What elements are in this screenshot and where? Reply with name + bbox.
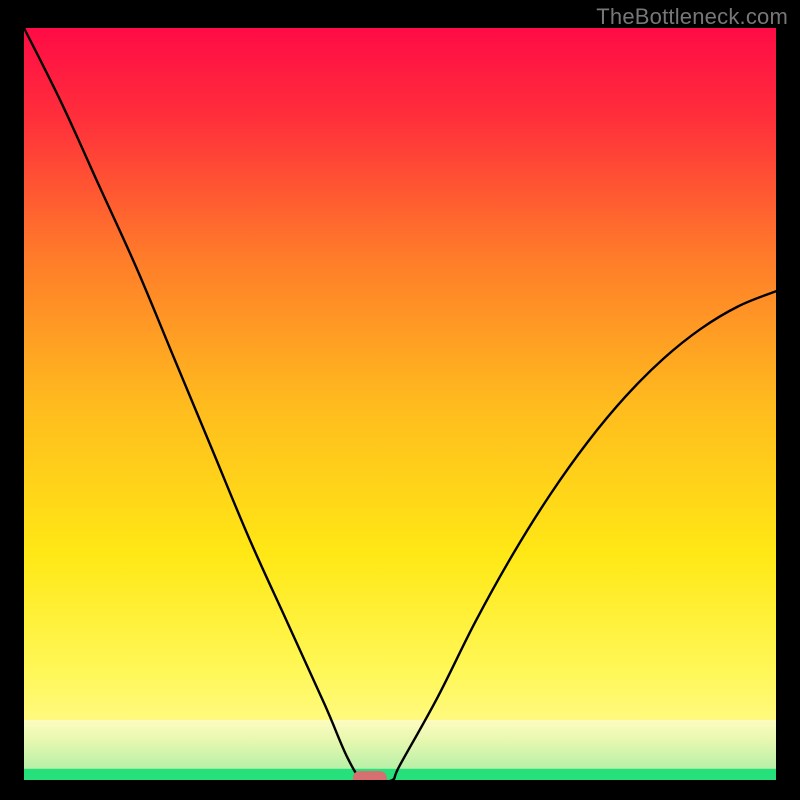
gradient-background (24, 28, 776, 780)
optimum-marker (353, 771, 387, 780)
watermark-text: TheBottleneck.com (596, 4, 788, 30)
chart-frame: TheBottleneck.com (0, 0, 800, 800)
chart-svg (24, 28, 776, 780)
green-band (24, 769, 776, 780)
plot-area (24, 28, 776, 780)
pale-band (24, 720, 776, 769)
